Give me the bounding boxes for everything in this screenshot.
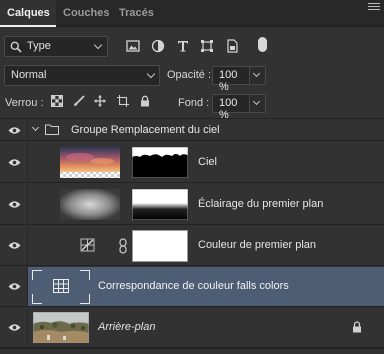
- thumbnail-selection-corner: [32, 294, 42, 304]
- lock-label: Verrou :: [5, 97, 44, 109]
- tab-traces[interactable]: Tracés: [116, 0, 160, 27]
- layer-row-arriere-plan[interactable]: Arrière-plan: [0, 308, 384, 348]
- layer-name: Couleur de premier plan: [198, 239, 317, 251]
- fill-dropdown[interactable]: [250, 94, 266, 113]
- filter-kind-label: Type: [27, 40, 51, 52]
- tab-calques-label: Calques: [7, 7, 50, 19]
- lock-all-icon[interactable]: [139, 95, 151, 107]
- chevron-down-icon: [252, 69, 261, 78]
- filter-kind-select[interactable]: Type: [4, 36, 108, 57]
- eye-icon[interactable]: [8, 126, 21, 135]
- background-layer-thumbnail[interactable]: [33, 312, 89, 343]
- mask-link-chain-icon[interactable]: [119, 238, 127, 254]
- eye-icon[interactable]: [8, 241, 21, 250]
- layer-locked-icon: [353, 321, 361, 333]
- eye-icon[interactable]: [8, 323, 21, 332]
- layer-name: Groupe Remplacement du ciel: [71, 124, 220, 136]
- thumbnail-selection-corner: [80, 270, 90, 280]
- chevron-down-icon: [252, 97, 261, 106]
- search-icon: [10, 41, 22, 53]
- chevron-down-icon: [146, 69, 156, 79]
- layer-row-couleur-premier-plan[interactable]: Couleur de premier plan: [0, 226, 384, 266]
- layer-name: Arrière-plan: [98, 321, 156, 333]
- eye-icon[interactable]: [8, 282, 21, 291]
- tab-calques[interactable]: Calques: [0, 0, 56, 28]
- lock-image-pixels-brush-icon[interactable]: [73, 95, 85, 107]
- text-filter-icon[interactable]: [175, 38, 191, 54]
- panel-menu-icon[interactable]: [368, 3, 380, 13]
- adjustment-filter-icon[interactable]: [150, 38, 166, 54]
- group-expand-chevron-icon[interactable]: [31, 123, 40, 132]
- sky-mask-thumbnail[interactable]: [132, 147, 188, 178]
- fill-label: Fond :: [178, 97, 210, 109]
- layer-row-ciel[interactable]: Ciel: [0, 142, 384, 183]
- opacity-input[interactable]: 100 %: [212, 66, 250, 93]
- tab-couches[interactable]: Couches: [60, 0, 112, 27]
- tab-couches-label: Couches: [63, 7, 110, 19]
- chevron-down-icon: [93, 40, 103, 50]
- lock-transparent-pixels-icon[interactable]: [51, 95, 63, 107]
- foreground-color-mask-thumbnail[interactable]: [132, 230, 188, 262]
- thumbnail-selection-corner: [32, 270, 42, 280]
- sky-layer-thumbnail[interactable]: [60, 147, 120, 178]
- layer-row-eclairage[interactable]: Éclairage du premier plan: [0, 184, 384, 225]
- color-lookup-table-icon[interactable]: [53, 279, 69, 293]
- divider: [0, 348, 384, 349]
- folder-icon: [45, 124, 59, 135]
- filter-toggle[interactable]: [258, 37, 267, 52]
- thumbnail-selection-corner: [80, 294, 90, 304]
- fill-input[interactable]: 100 %: [212, 94, 250, 121]
- color-balance-adjustment-icon[interactable]: [80, 238, 96, 253]
- layer-name: Correspondance de couleur falls colors: [98, 280, 289, 292]
- image-filter-icon[interactable]: [125, 38, 141, 54]
- layer-row-group[interactable]: Groupe Remplacement du ciel: [0, 119, 384, 141]
- opacity-dropdown[interactable]: [250, 66, 266, 85]
- layer-name: Éclairage du premier plan: [198, 198, 324, 210]
- tab-traces-label: Tracés: [119, 7, 154, 19]
- lighting-mask-thumbnail[interactable]: [132, 189, 188, 220]
- opacity-label: Opacité :: [167, 69, 212, 81]
- layer-name: Ciel: [198, 156, 217, 168]
- lighting-layer-thumbnail[interactable]: [60, 189, 120, 220]
- blend-mode-select[interactable]: Normal: [4, 65, 160, 86]
- lock-artboard-icon[interactable]: [117, 95, 129, 107]
- eye-icon[interactable]: [8, 158, 21, 167]
- eye-icon[interactable]: [8, 200, 21, 209]
- lock-position-move-icon[interactable]: [94, 95, 106, 107]
- smart-object-filter-icon[interactable]: [224, 38, 240, 54]
- layer-row-correspondance-couleur[interactable]: Correspondance de couleur falls colors: [0, 267, 384, 307]
- shape-filter-icon[interactable]: [199, 38, 215, 54]
- blend-mode-value: Normal: [11, 69, 47, 81]
- panel-tab-bar: Calques Couches Tracés: [0, 0, 384, 28]
